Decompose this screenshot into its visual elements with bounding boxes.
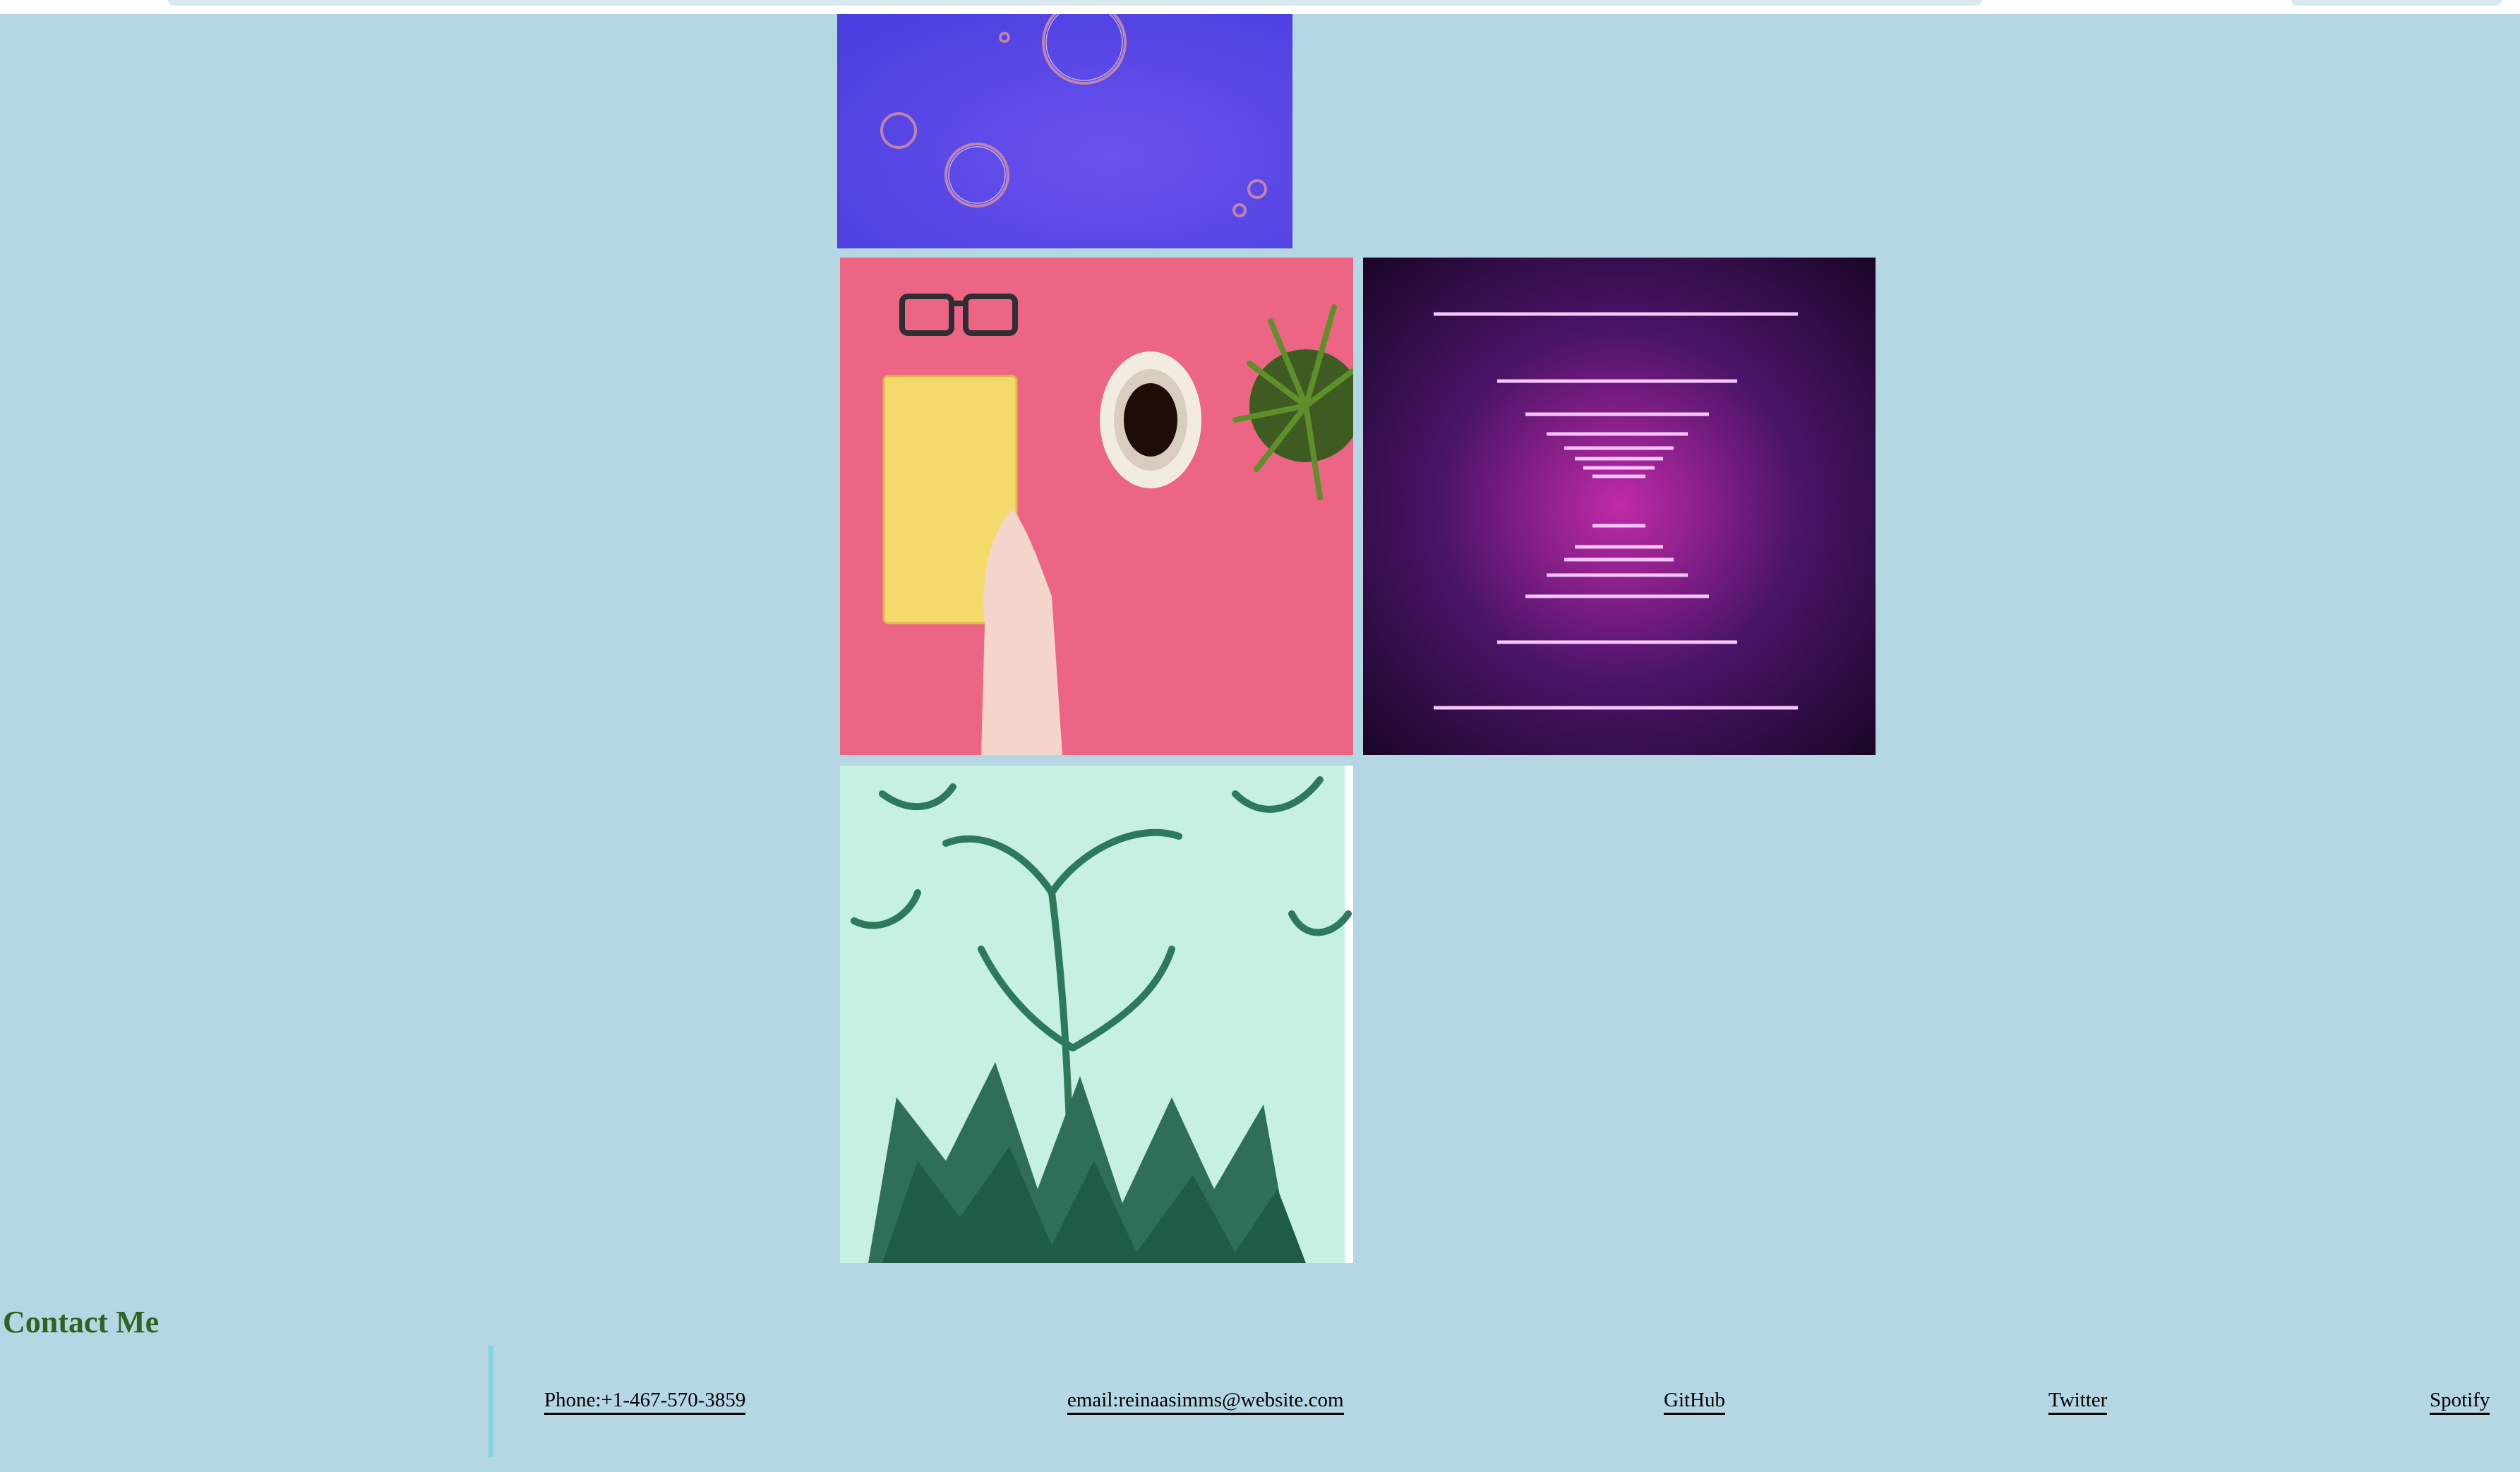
top-search-bar[interactable]	[168, 0, 1982, 6]
green-floral-image	[840, 766, 1353, 1263]
spotify-link[interactable]: Spotify	[2430, 1387, 2490, 1415]
desk-photo	[840, 258, 1353, 755]
neon-tunnel-image	[1363, 258, 1876, 755]
github-link[interactable]: GitHub	[1664, 1387, 1725, 1415]
top-right-button[interactable]	[2291, 0, 2502, 6]
phone-link[interactable]: Phone:+1-467-570-3859	[544, 1387, 746, 1415]
coffee-cup-icon	[1100, 351, 1201, 488]
email-link[interactable]: email:reinaasimms@website.com	[1067, 1387, 1344, 1415]
contact-heading: Contact Me	[3, 1305, 160, 1339]
pink-desk-flatlay-image	[840, 258, 1353, 755]
browser-top-bar	[0, 0, 2520, 14]
purple-bubbles-image	[837, 14, 1292, 248]
contact-divider	[488, 1346, 493, 1457]
bubbles-photo	[837, 14, 1292, 248]
twitter-link[interactable]: Twitter	[2048, 1387, 2108, 1415]
neon-tunnel-photo	[1363, 258, 1876, 755]
floral-photo	[840, 766, 1353, 1263]
